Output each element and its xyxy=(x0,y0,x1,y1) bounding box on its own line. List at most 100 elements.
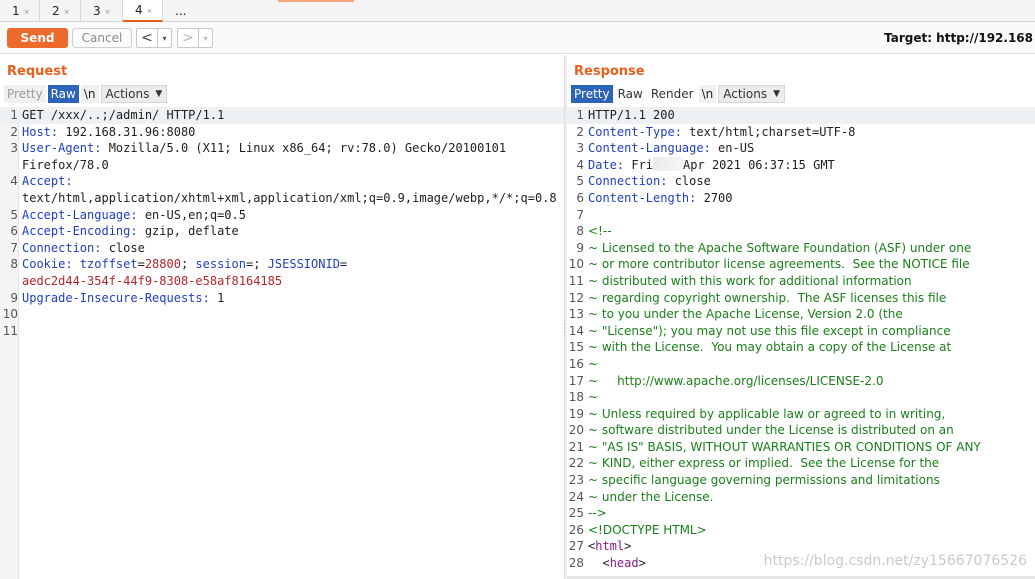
tab-1[interactable]: 1 × xyxy=(0,0,40,22)
code-token: Upgrade-Insecure-Requests: xyxy=(22,290,218,305)
tab-3[interactable]: 3 × xyxy=(81,0,123,22)
tab-raw[interactable]: Raw xyxy=(615,85,646,103)
code-line: aedc2d44-354f-44f9-8308-e58af8164185 xyxy=(0,273,564,290)
line-text: Firefox/78.0 xyxy=(22,157,109,174)
forward-history-dropdown-icon[interactable]: ▾ xyxy=(198,29,212,47)
line-text: ~ with the License. You may obtain a cop… xyxy=(588,339,951,356)
line-number: 20 xyxy=(568,423,584,438)
code-token: Accept-Encoding: xyxy=(22,224,145,239)
tab-pretty[interactable]: Pretty xyxy=(4,84,46,103)
back-arrow-icon[interactable]: < xyxy=(137,29,157,47)
close-icon[interactable]: × xyxy=(64,8,70,16)
code-token: ~ distributed with this work for additio… xyxy=(588,273,912,288)
line-number: 1 xyxy=(10,108,18,122)
line-number: 23 xyxy=(568,473,584,488)
response-title: Response xyxy=(574,64,645,79)
line-text: ~ Licensed to the Apache Software Founda… xyxy=(588,240,971,257)
response-editor[interactable]: 1 HTTP/1.1 200 2 Content-Type: text/html;ch… xyxy=(567,107,1035,579)
line-number: 21 xyxy=(568,439,584,454)
line-text: ~ Unless required by applicable law or a… xyxy=(588,406,945,423)
tab-label: 3 xyxy=(93,4,101,18)
close-icon[interactable]: × xyxy=(105,8,111,16)
request-editor[interactable]: 1 GET /xxx/..;/admin/ HTTP/1.1 2 Host: 192.… xyxy=(0,107,564,579)
actions-label: Actions xyxy=(105,86,150,101)
line-text: ~ software distributed under the License… xyxy=(588,422,954,439)
line-text: ~ KIND, either express or implied. See t… xyxy=(588,455,939,472)
code-token: ~ xyxy=(588,356,599,371)
response-view-tabs: Pretty Raw Render \n Actions ▼ xyxy=(571,84,787,103)
code-line: 8 Cookie: tzoffset=28800; session=; JSESS… xyxy=(0,256,564,273)
line-number: 17 xyxy=(568,373,584,388)
back-history-dropdown-icon[interactable]: ▾ xyxy=(157,29,171,47)
line-number: 24 xyxy=(568,489,584,504)
tab-more[interactable]: ... xyxy=(163,0,199,22)
line-number: 3 xyxy=(10,141,18,156)
code-line: 20 ~ software distributed under the Licen… xyxy=(567,422,1035,439)
code-token: Apr 2021 06:37:15 GMT xyxy=(683,157,835,172)
history-back-group: < ▾ xyxy=(136,28,172,48)
code-line: 25 --> xyxy=(567,505,1035,522)
send-button[interactable]: Send xyxy=(7,28,68,48)
code-token: = xyxy=(339,257,348,272)
tab-strip-accent xyxy=(278,0,354,2)
code-token: Connection: xyxy=(22,240,109,255)
code-token: <!-- xyxy=(588,224,612,239)
line-text: Host: 192.168.31.96:8080 xyxy=(22,124,195,141)
code-line: 22 ~ KIND, either express or implied. See… xyxy=(567,455,1035,472)
code-token: ~ xyxy=(588,390,599,405)
line-text: Upgrade-Insecure-Requests: 1 xyxy=(22,290,224,307)
line-number: 9 xyxy=(576,240,584,255)
line-text: aedc2d44-354f-44f9-8308-e58af8164185 xyxy=(22,273,282,290)
line-number: 6 xyxy=(10,224,18,239)
tab-label: 1 xyxy=(12,4,20,18)
line-text: Accept-Language: en-US,en;q=0.5 xyxy=(22,207,246,224)
code-line: 4 Accept: xyxy=(0,173,564,190)
code-line: 6 Content-Length: 2700 xyxy=(567,190,1035,207)
actions-menu-button[interactable]: Actions ▼ xyxy=(100,84,168,103)
newline-toggle[interactable]: \n xyxy=(80,84,99,103)
code-token: Mozilla/5.0 (X11; Linux x86_64; rv:78.0)… xyxy=(108,141,507,156)
code-line: 2 Host: 192.168.31.96:8080 xyxy=(0,124,564,141)
code-token: Content-Type: xyxy=(588,124,690,139)
request-title: Request xyxy=(7,64,68,79)
code-token: ~ "AS IS" BASIS, WITHOUT WARRANTIES OR C… xyxy=(588,439,981,454)
tab-2[interactable]: 2 × xyxy=(40,0,81,22)
line-number: 27 xyxy=(568,539,584,554)
line-text: ~ http://www.apache.org/licenses/LICENSE… xyxy=(588,373,883,390)
line-text: ~ xyxy=(588,389,598,406)
code-token: en-US xyxy=(718,141,755,156)
close-icon[interactable]: × xyxy=(147,7,153,15)
tab-raw[interactable]: Raw xyxy=(47,84,79,103)
line-number: 9 xyxy=(10,290,18,305)
line-number: 5 xyxy=(576,174,584,189)
code-token: ; xyxy=(180,257,196,272)
close-icon[interactable]: × xyxy=(24,8,30,16)
code-token: head xyxy=(609,556,639,571)
request-view-tabs: Pretty Raw \n Actions ▼ xyxy=(4,84,169,103)
code-token: ~ to you under the Apache License, Versi… xyxy=(588,307,903,322)
code-line: 11 xyxy=(0,323,564,340)
newline-toggle[interactable]: \n xyxy=(698,84,717,103)
line-text: ~ regarding copyright ownership. The ASF… xyxy=(588,290,946,307)
code-token: ~ regarding copyright ownership. The ASF… xyxy=(588,290,947,305)
tab-pretty[interactable]: Pretty xyxy=(571,84,613,103)
code-token: --> xyxy=(588,506,607,521)
code-token: ~ Licensed to the Apache Software Founda… xyxy=(588,240,972,255)
line-number: 2 xyxy=(10,124,18,139)
line-text: text/html,application/xhtml+xml,applicat… xyxy=(22,190,557,207)
line-text: Date: Fri Apr 2021 06:37:15 GMT xyxy=(588,156,835,174)
cancel-button[interactable]: Cancel xyxy=(72,28,132,48)
tab-render[interactable]: Render xyxy=(648,85,697,103)
actions-menu-button[interactable]: Actions ▼ xyxy=(718,84,785,103)
code-token: Cookie: xyxy=(22,257,80,272)
code-line: 11 ~ distributed with this work for addit… xyxy=(567,273,1035,290)
code-token: > xyxy=(638,556,646,571)
tab-4[interactable]: 4 × xyxy=(123,0,163,22)
line-text: Content-Type: text/html;charset=UTF-8 xyxy=(588,124,855,141)
line-text: Connection: close xyxy=(588,173,711,190)
forward-arrow-icon[interactable]: > xyxy=(178,29,198,47)
target-host[interactable]: Target: http://192.168 xyxy=(884,31,1033,45)
code-line: 2 Content-Type: text/html;charset=UTF-8 xyxy=(567,124,1035,141)
line-text: Accept: xyxy=(22,173,73,190)
code-token: 1 xyxy=(217,290,225,305)
